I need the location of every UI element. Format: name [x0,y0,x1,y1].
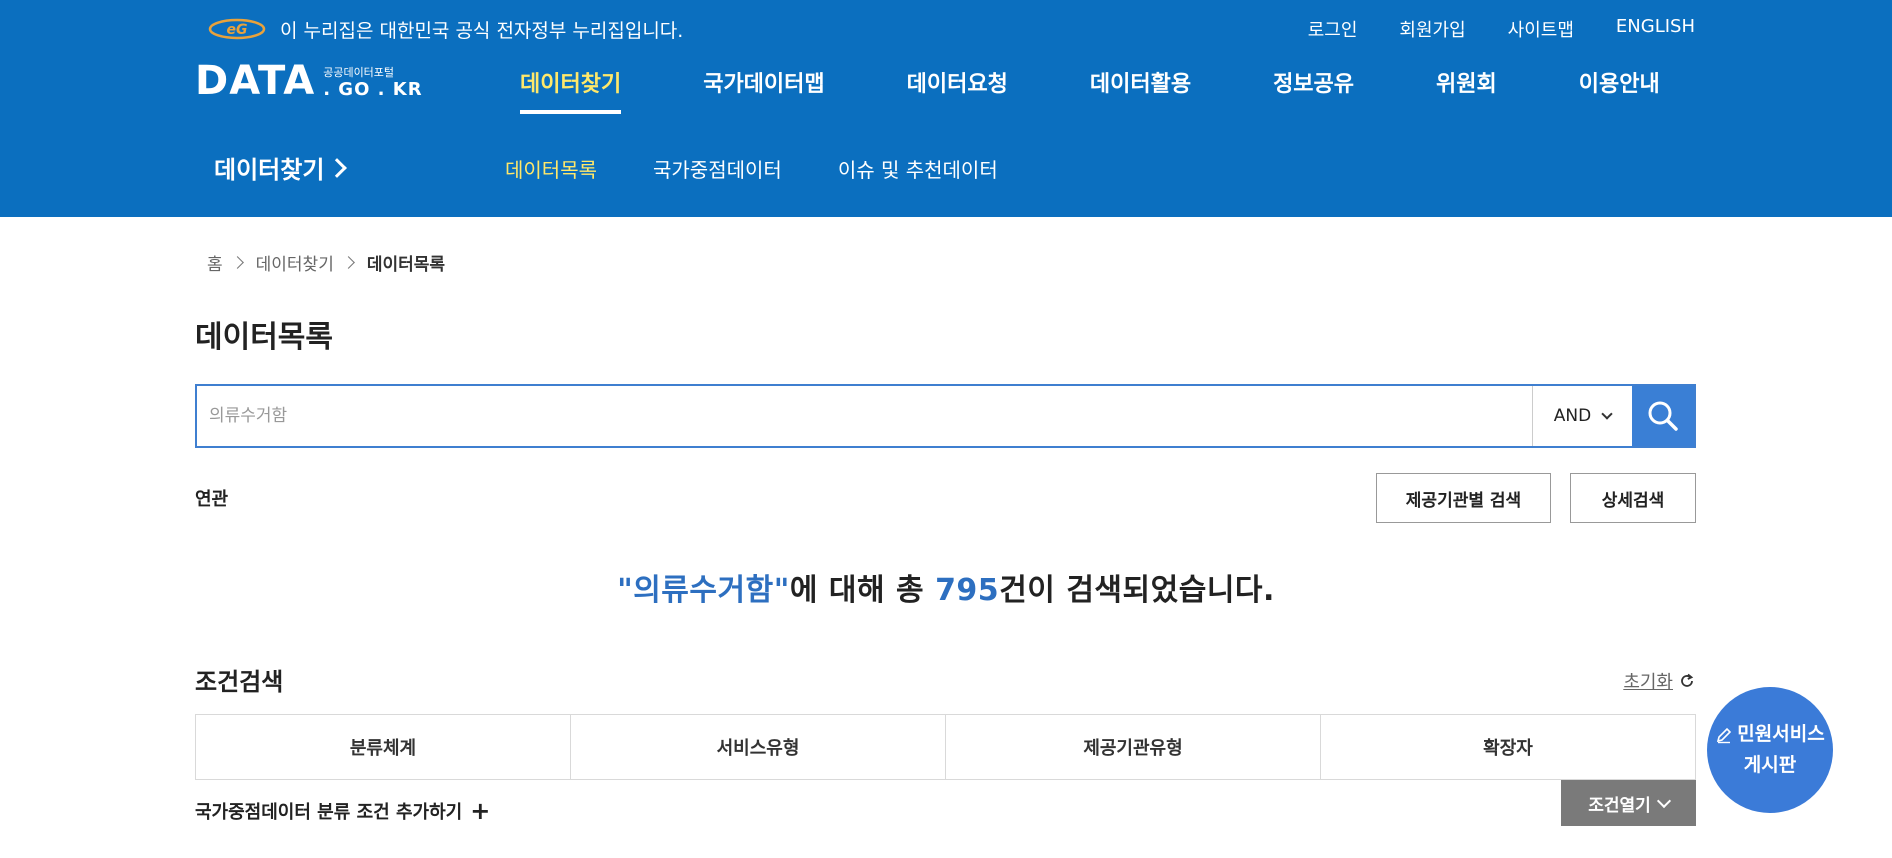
sub-nav-title[interactable]: 데이터찾기 [214,150,348,185]
plus-icon: + [470,797,491,825]
gov-banner: eG 이 누리집은 대한민국 공식 전자정부 누리집입니다. [208,14,683,44]
result-suffix-text: 건이 검색되었습니다. [999,573,1275,608]
lnb-item-data-list[interactable]: 데이터목록 [505,154,597,183]
float-line-2: 게시판 [1743,754,1797,776]
gov-banner-text: 이 누리집은 대한민국 공식 전자정부 누리집입니다. [280,19,684,42]
result-mid-text: 에 대해 총 [789,573,936,608]
sitemap-link[interactable]: 사이트맵 [1508,16,1574,42]
gov-emblem-icon: eG [208,18,266,40]
breadcrumb-data-search[interactable]: 데이터찾기 [256,250,334,275]
site-logo[interactable]: DATA 공공데이터포털 . GO . KR [195,58,423,104]
chevron-down-icon [1656,793,1671,809]
utility-links: 로그인 회원가입 사이트맵 ENGLISH [1308,16,1695,42]
add-national-condition-label: 국가중점데이터 분류 조건 추가하기 [195,802,463,823]
gnb-item-info-share[interactable]: 정보공유 [1273,66,1354,114]
chevron-right-icon [341,256,355,269]
gnb-item-data-usage[interactable]: 데이터활용 [1090,66,1191,114]
open-conditions-label: 조건열기 [1588,795,1651,816]
condition-tabs: 분류체계 서비스유형 제공기관유형 확장자 [195,714,1696,780]
result-count: 795 [935,573,1000,608]
search-button[interactable] [1632,386,1694,446]
logo-sub-large: . GO . KR [323,79,423,100]
gnb-item-national-data-map[interactable]: 국가데이터맵 [703,66,824,114]
civil-service-board-button[interactable]: 민원서비스 게시판 [1707,687,1833,813]
lnb-item-issue-recommend[interactable]: 이슈 및 추천데이터 [838,154,998,183]
add-national-condition-link[interactable]: 국가중점데이터 분류 조건 추가하기 + [195,798,490,824]
detail-search-button[interactable]: 상세검색 [1570,473,1696,523]
login-link[interactable]: 로그인 [1308,16,1358,42]
chevron-down-icon [1601,408,1613,420]
refresh-icon [1681,673,1694,687]
search-operator-select[interactable]: AND [1532,386,1632,446]
logo-main-text: DATA [195,58,316,104]
lnb-item-national-key-data[interactable]: 국가중점데이터 [653,154,782,183]
search-bar: AND [195,384,1696,448]
sub-nav-title-text: 데이터찾기 [214,156,325,184]
chevron-right-icon [327,157,348,178]
float-line-1: 민원서비스 [1737,723,1825,745]
chevron-right-icon [230,256,244,269]
result-keyword: "의류수거함" [617,573,790,608]
tab-extension[interactable]: 확장자 [1321,715,1695,779]
gnb-item-data-search[interactable]: 데이터찾기 [520,66,622,114]
related-label: 연관 [195,489,229,510]
search-icon [1648,401,1678,431]
open-conditions-button[interactable]: 조건열기 [1561,780,1696,826]
tab-service-type[interactable]: 서비스유형 [571,715,946,779]
reset-button[interactable]: 초기화 [1623,668,1695,694]
org-search-button[interactable]: 제공기관별 검색 [1376,473,1551,523]
page-title: 데이터목록 [195,320,333,355]
svg-text:eG: eG [227,22,248,38]
search-input[interactable] [197,386,1532,446]
condition-search-title: 조건검색 [195,668,284,696]
logo-sub: 공공데이터포털 . GO . KR [323,66,422,100]
breadcrumb: 홈 데이터찾기 데이터목록 [207,250,445,275]
signup-link[interactable]: 회원가입 [1399,16,1465,42]
search-operator-value: AND [1553,406,1592,426]
gnb-item-data-request[interactable]: 데이터요청 [907,66,1008,114]
breadcrumb-home[interactable]: 홈 [207,250,223,275]
pencil-icon [1717,727,1732,743]
float-row-1: 민원서비스 [1715,719,1825,750]
gnb-item-committee[interactable]: 위원회 [1436,66,1497,114]
main-nav: 데이터찾기 국가데이터맵 데이터요청 데이터활용 정보공유 위원회 이용안내 [520,66,1660,114]
sub-nav: 데이터목록 국가중점데이터 이슈 및 추천데이터 [505,154,998,183]
gnb-item-guide[interactable]: 이용안내 [1579,66,1660,114]
result-message: "의류수거함"에 대해 총 795건이 검색되었습니다. [0,565,1892,609]
logo-sub-small: 공공데이터포털 [323,66,395,79]
tab-classification[interactable]: 분류체계 [196,715,571,779]
english-link[interactable]: ENGLISH [1616,16,1695,42]
site-header: eG 이 누리집은 대한민국 공식 전자정부 누리집입니다. 로그인 회원가입 … [0,0,1892,217]
reset-label: 초기화 [1623,672,1673,693]
breadcrumb-current: 데이터목록 [366,255,446,275]
tab-provider-type[interactable]: 제공기관유형 [946,715,1321,779]
